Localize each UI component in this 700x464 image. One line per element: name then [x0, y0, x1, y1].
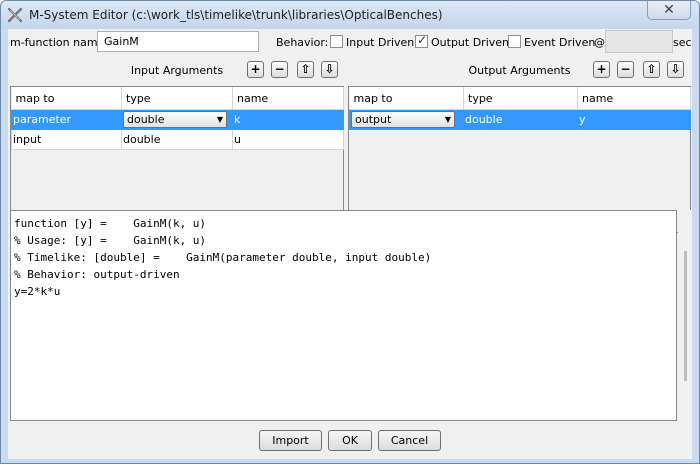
cancel-button[interactable]: Cancel: [378, 430, 441, 451]
column-header-name[interactable]: name: [232, 87, 344, 110]
minus-icon: −: [620, 62, 631, 76]
column-header-name[interactable]: name: [577, 87, 691, 110]
behavior-label: Behavior:: [276, 36, 329, 49]
code-line: % Usage: [y] = GainM(k, u): [14, 234, 207, 247]
close-button[interactable]: ✕: [647, 1, 691, 20]
input-move-up-button[interactable]: ⇧: [297, 61, 314, 78]
column-header-type[interactable]: type: [463, 87, 578, 110]
input-remove-button[interactable]: −: [271, 61, 288, 78]
output-arguments-title: Output Arguments: [468, 64, 571, 77]
chevron-down-icon: ▼: [216, 115, 223, 124]
seconds-unit-label: sec: [673, 36, 692, 49]
code-line: % Behavior: output-driven: [14, 268, 180, 281]
close-icon: ✕: [663, 2, 675, 18]
app-icon: [7, 7, 23, 23]
input-arguments-panel: Input Arguments + − ⇧ ⇩ map to type name…: [10, 56, 344, 233]
event-period-input[interactable]: [605, 30, 673, 53]
input-arguments-title: Input Arguments: [130, 64, 224, 77]
column-header-map-to[interactable]: map to: [11, 87, 122, 110]
function-name-label: m-function name:: [10, 36, 109, 49]
editor-client-area: m-function name: GainM Behavior: Input D…: [8, 29, 692, 459]
ok-button[interactable]: OK: [328, 430, 372, 451]
cell-type[interactable]: double: [121, 129, 233, 150]
title-bar[interactable]: M-System Editor (c:\work_tls\timelike\tr…: [1, 1, 699, 29]
output-driven-label: Output Driven: [431, 36, 510, 49]
map-to-dropdown[interactable]: output ▼: [351, 111, 455, 128]
input-move-down-button[interactable]: ⇩: [321, 61, 338, 78]
output-move-down-button[interactable]: ⇩: [667, 61, 684, 78]
at-symbol: @: [594, 36, 605, 49]
cell-map-to[interactable]: output ▼: [349, 109, 464, 130]
code-line: % Timelike: [double] = GainM(parameter d…: [14, 251, 432, 264]
cell-type[interactable]: double ▼: [121, 109, 233, 130]
scrollbar-grip[interactable]: [684, 251, 687, 381]
cell-map-to[interactable]: parameter: [11, 109, 122, 130]
output-remove-button[interactable]: −: [617, 61, 634, 78]
cell-name[interactable]: y: [577, 109, 691, 130]
code-line: y=2*k*u: [14, 285, 61, 298]
chevron-down-icon: ▼: [444, 115, 451, 124]
m-system-editor-window: M-System Editor (c:\work_tls\timelike\tr…: [0, 0, 700, 464]
arrow-down-icon: ⇩: [670, 62, 681, 76]
arrow-up-icon: ⇧: [300, 62, 311, 76]
output-add-button[interactable]: +: [593, 61, 610, 78]
code-editor[interactable]: function [y] = GainM(k, u) % Usage: [y] …: [10, 210, 677, 421]
table-header-row: map to type name: [349, 87, 691, 110]
minus-icon: −: [274, 62, 285, 76]
output-arguments-panel: Output Arguments + − ⇧ ⇩ map to type nam…: [348, 56, 691, 233]
output-driven-checkbox[interactable]: ✓: [415, 33, 428, 48]
output-move-up-button[interactable]: ⇧: [643, 61, 660, 78]
map-to-dropdown-value: output: [355, 113, 392, 126]
table-row[interactable]: output ▼ double y: [349, 109, 691, 130]
table-header-row: map to type name: [11, 87, 344, 110]
function-name-input[interactable]: GainM: [97, 31, 259, 52]
input-add-button[interactable]: +: [247, 61, 264, 78]
arrow-up-icon: ⇧: [646, 62, 657, 76]
checkmark-icon: ✓: [417, 33, 428, 47]
cell-type[interactable]: double: [463, 109, 578, 130]
window-title: M-System Editor (c:\work_tls\timelike\tr…: [29, 8, 443, 22]
event-driven-label: Event Driven: [524, 36, 596, 49]
cell-name[interactable]: k: [232, 109, 344, 130]
output-arguments-table: map to type name output ▼ double y: [349, 87, 691, 130]
type-dropdown[interactable]: double ▼: [123, 111, 227, 128]
event-driven-checkbox[interactable]: [508, 35, 521, 48]
plus-icon: +: [250, 62, 261, 76]
table-row[interactable]: parameter double ▼ k: [11, 109, 344, 130]
cell-map-to[interactable]: input: [11, 129, 122, 150]
code-line: function [y] = GainM(k, u): [14, 217, 207, 230]
type-dropdown-value: double: [127, 113, 165, 126]
input-arguments-table: map to type name parameter double ▼ k inp…: [11, 87, 344, 150]
arrow-down-icon: ⇩: [324, 62, 335, 76]
plus-icon: +: [596, 62, 607, 76]
table-row[interactable]: input double u: [11, 129, 344, 150]
cell-name[interactable]: u: [232, 129, 344, 150]
column-header-type[interactable]: type: [121, 87, 233, 110]
input-driven-label: Input Driven: [346, 36, 415, 49]
input-driven-checkbox[interactable]: [330, 35, 343, 48]
function-header-bar: m-function name: GainM Behavior: Input D…: [8, 29, 692, 55]
column-header-map-to[interactable]: map to: [349, 87, 464, 110]
import-button[interactable]: Import: [259, 430, 322, 451]
